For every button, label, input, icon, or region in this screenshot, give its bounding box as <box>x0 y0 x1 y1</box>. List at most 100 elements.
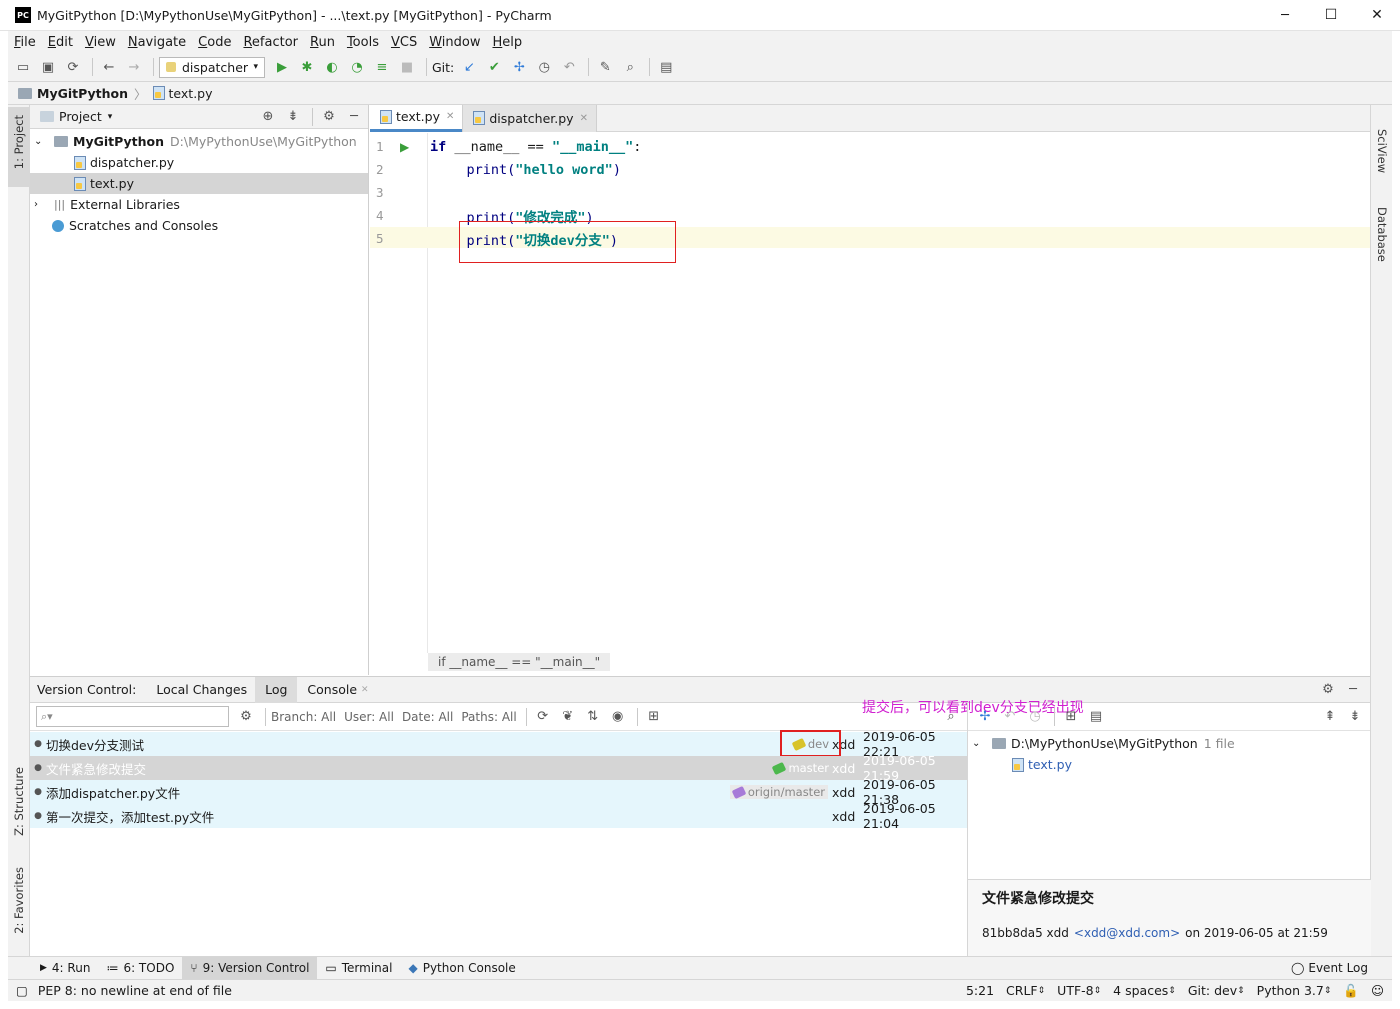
eye-icon[interactable]: ◉ <box>607 706 629 728</box>
collapse-all-icon[interactable]: ⇟ <box>1344 706 1366 728</box>
close-button[interactable]: ✕ <box>1354 7 1400 23</box>
tab-todo[interactable]: ≔ 6: TODO <box>98 957 182 979</box>
run-config-select[interactable]: dispatcher ▾ <box>159 56 265 78</box>
revert-icon[interactable]: ↶ <box>558 56 580 78</box>
tab-sciview[interactable]: SciView <box>1371 113 1393 183</box>
debug-icon[interactable]: ✱ <box>296 56 318 78</box>
table-row[interactable]: ● 切换dev分支测试 dev xdd 2019-06-05 22:21 <box>30 729 967 759</box>
changes-file[interactable]: text.py <box>968 754 1370 775</box>
filter-paths[interactable]: Paths: All <box>461 710 516 724</box>
close-icon[interactable]: ✕ <box>580 113 588 124</box>
run-coverage-icon[interactable]: ◐ <box>321 56 343 78</box>
project-view-select[interactable]: Project <box>59 109 102 124</box>
tab-local-changes[interactable]: Local Changes <box>148 677 255 703</box>
git-branch[interactable]: Git: dev <box>1188 983 1237 998</box>
hide-icon[interactable]: ─ <box>1342 679 1364 701</box>
breadcrumb-project[interactable]: MyGitPython <box>37 86 128 101</box>
back-icon[interactable]: ← <box>98 56 120 78</box>
menu-file[interactable]: File <box>14 35 36 50</box>
chevron-down-icon[interactable]: ⌄ <box>972 738 986 749</box>
profile-icon[interactable]: ◔ <box>346 56 368 78</box>
tree-file-text[interactable]: text.py <box>30 173 368 194</box>
filter-date[interactable]: Date: All <box>402 710 453 724</box>
line-separator[interactable]: CRLF <box>1006 983 1038 998</box>
menu-view[interactable]: View <box>85 35 116 50</box>
hide-icon[interactable]: ─ <box>343 106 365 128</box>
history-icon[interactable]: ◷ <box>1024 706 1046 728</box>
tab-console[interactable]: Console <box>297 682 357 697</box>
sync-icon[interactable]: ⟳ <box>62 56 84 78</box>
settings-wrench-icon[interactable]: ✎ <box>594 56 616 78</box>
menu-vcs[interactable]: VCS <box>391 35 417 50</box>
chevron-down-icon[interactable]: ⌄ <box>34 136 48 147</box>
filter-branch[interactable]: Branch: All <box>271 710 336 724</box>
filter-user[interactable]: User: All <box>344 710 394 724</box>
tab-run[interactable]: ▶ 4: Run <box>32 957 98 979</box>
history-icon[interactable]: ◷ <box>533 56 555 78</box>
save-icon[interactable]: ▣ <box>37 56 59 78</box>
menu-navigate[interactable]: Navigate <box>128 35 186 50</box>
changes-root[interactable]: ⌄ D:\MyPythonUse\MyGitPython 1 file <box>968 733 1370 754</box>
expand-all-icon[interactable]: ⇞ <box>1319 706 1341 728</box>
gear-icon[interactable]: ⚙ <box>1317 679 1339 701</box>
tab-structure[interactable]: Z: Structure <box>8 765 30 855</box>
chevron-down-icon[interactable]: ▾ <box>108 112 113 122</box>
revert-icon[interactable]: ↶ <box>999 706 1021 728</box>
git-compare-icon[interactable]: ✢ <box>974 706 996 728</box>
tab-terminal[interactable]: ▭ Terminal <box>317 957 400 979</box>
tab-dispatcher-py[interactable]: dispatcher.py ✕ <box>462 104 597 132</box>
run-gutter-icon[interactable]: ▶ <box>396 140 430 154</box>
close-icon[interactable]: ✕ <box>361 685 369 695</box>
git-compare-icon[interactable]: ✢ <box>508 56 530 78</box>
chevron-right-icon[interactable]: › <box>34 199 48 210</box>
collapse-all-icon[interactable]: ⇟ <box>282 106 304 128</box>
tab-text-py[interactable]: text.py ✕ <box>370 104 463 132</box>
forward-icon[interactable]: → <box>123 56 145 78</box>
concurrency-icon[interactable]: ≡ <box>371 56 393 78</box>
file-encoding[interactable]: UTF-8 <box>1057 983 1093 998</box>
maximize-button[interactable]: ☐ <box>1308 7 1354 23</box>
tree-external-libraries[interactable]: › ||| External Libraries <box>30 194 368 215</box>
caret-position[interactable]: 5:21 <box>966 983 994 998</box>
minimize-button[interactable]: ─ <box>1262 8 1308 23</box>
menu-run[interactable]: Run <box>310 35 335 50</box>
refresh-icon[interactable]: ⟳ <box>532 706 554 728</box>
log-search-input[interactable]: ⌕▾ <box>36 706 229 727</box>
tab-python-console[interactable]: ◆ Python Console <box>400 957 523 979</box>
lock-icon[interactable]: 🔓 <box>1343 983 1359 999</box>
table-row[interactable]: ● 文件紧急修改提交 master xdd 2019-06-05 21:59 <box>30 753 967 783</box>
cherry-pick-icon[interactable]: ❦ <box>557 706 579 728</box>
run-icon[interactable]: ▶ <box>271 56 293 78</box>
open-folder-icon[interactable]: ▭ <box>12 56 34 78</box>
layout-icon[interactable]: ▤ <box>1085 706 1107 728</box>
group-by-icon[interactable]: ⊞ <box>1060 706 1082 728</box>
sort-icon[interactable]: ⇅ <box>582 706 604 728</box>
graph-icon[interactable]: ⊞ <box>643 706 665 728</box>
menu-code[interactable]: Code <box>198 35 231 50</box>
menu-edit[interactable]: Edit <box>48 35 73 50</box>
table-row[interactable]: ● 第一次提交，添加test.py文件 xdd 2019-06-05 21:04 <box>30 801 967 831</box>
gear-icon[interactable]: ⚙ <box>235 706 257 728</box>
python-interpreter[interactable]: Python 3.7 <box>1257 983 1324 998</box>
hector-icon[interactable]: ☺ <box>1371 983 1384 998</box>
tab-version-control[interactable]: ⑂ 9: Version Control <box>182 957 318 979</box>
table-row[interactable]: ● 添加dispatcher.py文件 origin/master xdd 20… <box>30 777 967 807</box>
code-breadcrumb[interactable]: if __name__ == "__main__" <box>428 653 611 671</box>
tab-log[interactable]: Log <box>255 676 298 703</box>
locate-icon[interactable]: ⊕ <box>257 106 279 128</box>
menu-help[interactable]: Help <box>493 35 523 50</box>
tab-project[interactable]: 1: Project <box>8 107 30 187</box>
tab-favorites[interactable]: 2: Favorites <box>8 865 30 945</box>
presentation-icon[interactable]: ▤ <box>655 56 677 78</box>
tab-database[interactable]: Database <box>1371 191 1393 271</box>
search-icon[interactable]: ⌕ <box>619 56 641 78</box>
tab-event-log[interactable]: ◯ Event Log <box>1283 957 1376 979</box>
indent-setting[interactable]: 4 spaces <box>1113 983 1168 998</box>
git-commit-icon[interactable]: ✔ <box>483 56 505 78</box>
commit-email[interactable]: <xdd@xdd.com> <box>1074 926 1180 940</box>
layout-toggle-icon[interactable]: ▢ <box>16 983 28 998</box>
menu-refactor[interactable]: Refactor <box>243 35 298 50</box>
tree-file-dispatcher[interactable]: dispatcher.py <box>30 152 368 173</box>
tree-root[interactable]: ⌄ MyGitPython D:\MyPythonUse\MyGitPython <box>30 131 368 152</box>
gear-icon[interactable]: ⚙ <box>318 106 340 128</box>
